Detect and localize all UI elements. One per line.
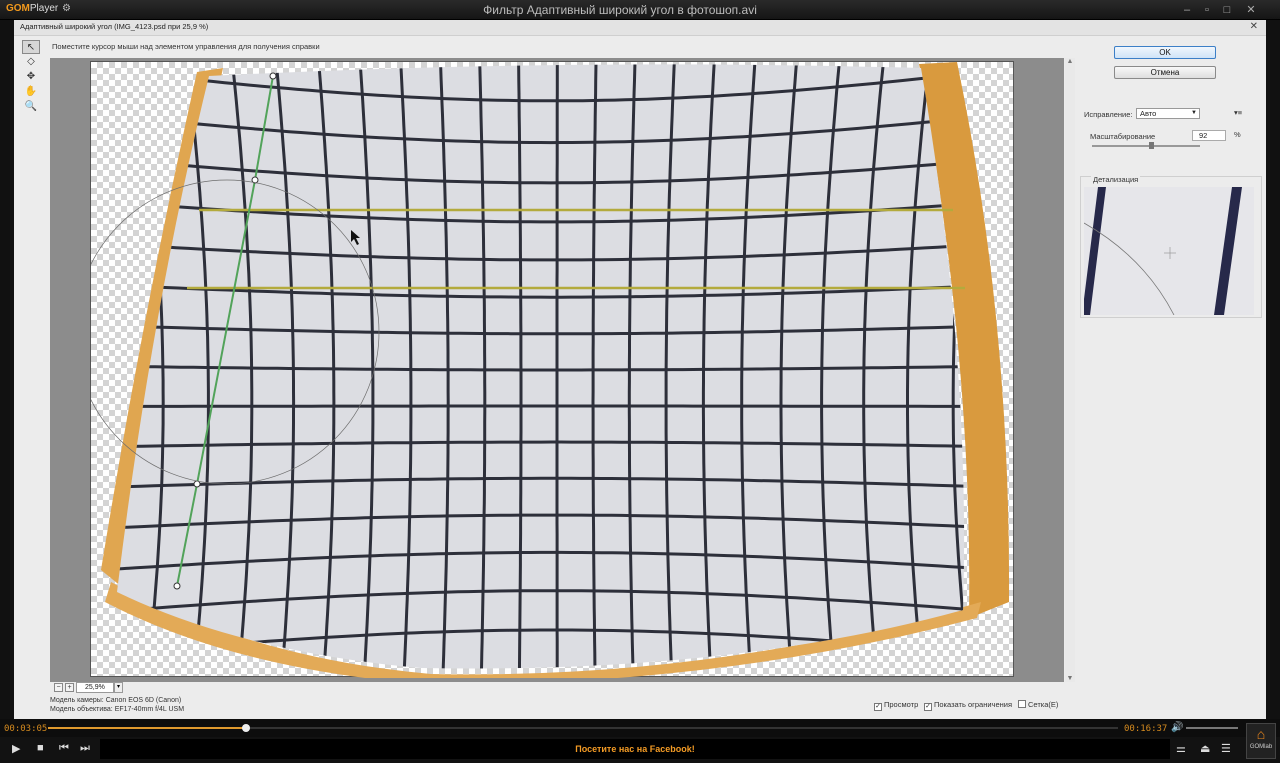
zoom-dropdown-icon[interactable]: ▾ [114, 682, 123, 693]
cancel-button[interactable]: Отмена [1114, 66, 1216, 79]
seek-progress [48, 727, 246, 729]
seek-knob[interactable] [241, 724, 250, 732]
grid-checkbox[interactable]: Сетка(E) [1018, 700, 1058, 709]
constraint-handle-bottom[interactable] [173, 582, 181, 590]
detail-magnified-image [1084, 187, 1254, 315]
vertical-scrollbar[interactable]: ▲ ▼ [1065, 58, 1075, 682]
show-constraints-check-icon[interactable]: ✓ [924, 703, 932, 711]
player-titlebar: GOMPlayer ⚙ Фильтр Адаптивный широкий уг… [0, 0, 1280, 20]
correction-label: Исправление: [1084, 110, 1133, 119]
preview-check-icon[interactable]: ✓ [874, 703, 882, 711]
zoom-field[interactable]: 25,9% [76, 682, 114, 693]
chevron-down-icon: ▼ [1191, 110, 1197, 116]
slider-thumb[interactable] [1149, 142, 1155, 149]
volume-slider[interactable] [1186, 727, 1238, 729]
detail-panel: Детализация [1080, 175, 1262, 318]
hand-tool-icon[interactable]: ✋ [22, 85, 40, 99]
restore-icon[interactable]: ▫ [1200, 3, 1214, 17]
detail-preview [1084, 187, 1254, 315]
play-icon[interactable]: ▶ [12, 742, 20, 755]
seek-bar-row: 00:03:05 00:16:37 🔊 [0, 719, 1280, 737]
gomlab-button[interactable]: ⌂ GOMlab [1246, 723, 1276, 759]
stop-icon[interactable]: ■ [37, 742, 44, 754]
scale-unit: % [1234, 130, 1241, 139]
scale-input[interactable]: 92 [1192, 130, 1226, 141]
scroll-up-icon[interactable]: ▲ [1065, 58, 1075, 65]
constraint-handle-top[interactable] [269, 72, 277, 80]
previous-icon[interactable]: ⏮ [59, 742, 69, 755]
next-icon[interactable]: ⏭ [80, 742, 90, 755]
status-bar: − + 25,9% ▾ [50, 682, 1064, 694]
move-tool-icon[interactable]: ✥ [22, 70, 40, 84]
zoom-in-button[interactable]: + [65, 683, 74, 692]
preview-area[interactable] [50, 58, 1064, 682]
panel-menu-icon[interactable]: ▾≡ [1234, 108, 1242, 117]
constraint-handle-lower[interactable] [193, 480, 201, 488]
show-constraints-checkbox[interactable]: ✓ Показать ограничения [924, 700, 1012, 711]
distorted-grid-image [91, 62, 1010, 678]
gomlab-label: GOMlab [1249, 744, 1273, 750]
time-current: 00:03:05 [4, 724, 48, 734]
image-canvas[interactable] [90, 61, 1014, 678]
camera-model: Модель камеры: Canon EOS 6D (Canon) [50, 697, 182, 704]
eject-icon[interactable]: ⏏ [1200, 742, 1210, 755]
window-title: Фильтр Адаптивный широкий угол в фотошоп… [483, 3, 757, 17]
constraint-tool-icon[interactable]: ↖ [22, 40, 40, 54]
dialog-close-icon[interactable]: ✕ [1250, 21, 1258, 32]
dialog-titlebar: Адаптивный широкий угол (IMG_4123.psd пр… [14, 20, 1266, 36]
volume-icon[interactable]: 🔊 [1171, 722, 1183, 733]
scale-label: Масштабирование [1090, 132, 1156, 141]
scroll-down-icon[interactable]: ▼ [1065, 675, 1075, 682]
help-hint: Поместите курсор мыши над элементом упра… [52, 42, 320, 51]
video-frame: Адаптивный широкий угол (IMG_4123.psd пр… [14, 20, 1266, 719]
grid-line-horizontal [117, 404, 965, 409]
zoom-out-button[interactable]: − [54, 683, 63, 692]
maximize-icon[interactable]: □ [1220, 3, 1234, 17]
correction-select[interactable]: Авто ▼ [1136, 108, 1200, 119]
control-bar: ▶ ■ ⏮ ⏭ Посетите нас на Facebook! ⚌ ⏏ ☰ … [0, 723, 1280, 763]
minimize-icon[interactable]: – [1180, 3, 1194, 17]
time-total: 00:16:37 [1124, 724, 1168, 734]
home-icon: ⌂ [1256, 726, 1266, 742]
grid-check-icon[interactable] [1018, 700, 1026, 708]
scale-slider[interactable] [1092, 142, 1200, 149]
toolbox: ↖ ◇ ✥ ✋ 🔍 [22, 40, 42, 115]
promo-banner[interactable]: Посетите нас на Facebook! [100, 739, 1170, 759]
polygon-constraint-tool-icon[interactable]: ◇ [22, 55, 40, 69]
equalizer-icon[interactable]: ⚌ [1176, 742, 1186, 755]
zoom-tool-icon[interactable]: 🔍 [22, 100, 40, 114]
dialog-title: Адаптивный широкий угол (IMG_4123.psd пр… [20, 22, 209, 31]
preview-checkbox[interactable]: ✓ Просмотр [874, 700, 918, 711]
playlist-icon[interactable]: ☰ [1221, 742, 1231, 755]
detail-label: Детализация [1091, 175, 1141, 184]
settings-panel: OK Отмена Исправление: Авто ▼ ▾≡ Масштаби… [1076, 40, 1266, 700]
close-icon[interactable]: ✕ [1244, 3, 1258, 17]
seek-bar[interactable] [48, 724, 1118, 732]
ok-button[interactable]: OK [1114, 46, 1216, 59]
lens-model: Модель объектива: EF17-40mm f/4L USM [50, 706, 185, 713]
